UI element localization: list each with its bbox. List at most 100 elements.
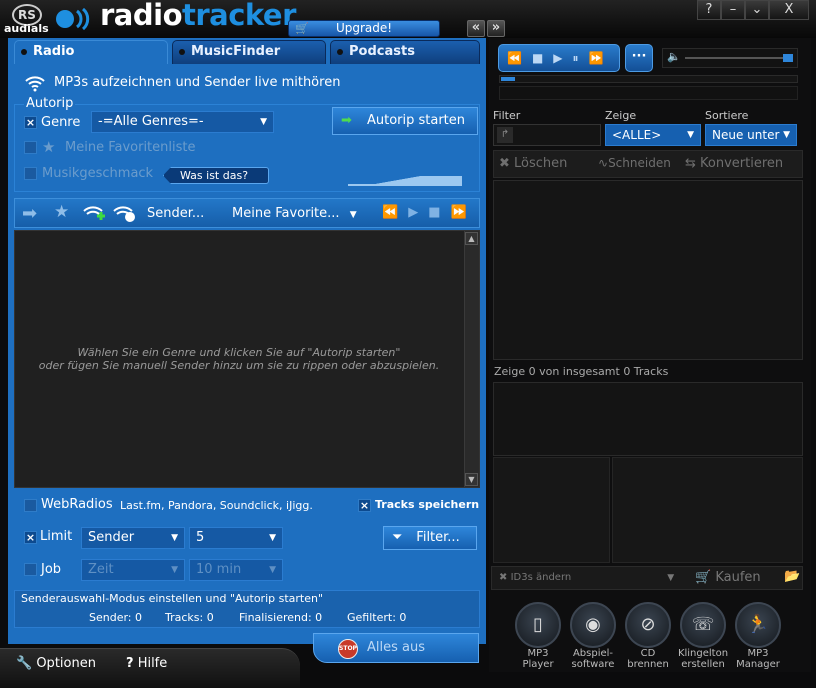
scroll-down-icon[interactable]: ▼ bbox=[465, 473, 478, 486]
expand-right-button[interactable]: » bbox=[487, 20, 505, 37]
tab-musicfinder[interactable]: MusicFinder bbox=[172, 40, 326, 64]
webradios-checkbox[interactable] bbox=[24, 499, 37, 512]
audials-logo-text: audials bbox=[4, 22, 49, 35]
genre-checkbox[interactable]: × bbox=[24, 116, 37, 129]
buy-button[interactable]: 🛒 Kaufen bbox=[695, 570, 761, 585]
filter-button[interactable]: ⏷ Filter... bbox=[383, 526, 477, 550]
station-search-icon[interactable] bbox=[112, 204, 138, 224]
stop-icon[interactable]: ■ bbox=[532, 51, 553, 65]
scroll-up-icon[interactable]: ▲ bbox=[465, 232, 478, 245]
mp3-player-button[interactable]: ▯ bbox=[515, 602, 561, 648]
app-title: radiotracker bbox=[100, 0, 296, 32]
wrench-icon: 🔧 bbox=[16, 656, 33, 671]
job-type-value: Zeit bbox=[88, 562, 114, 577]
go-arrow-icon[interactable]: ➡ bbox=[22, 203, 37, 224]
tab-podcasts-label: Podcasts bbox=[349, 44, 415, 59]
collapse-left-button[interactable]: « bbox=[467, 20, 485, 37]
delete-icon: ✖ bbox=[499, 156, 510, 171]
sender-menu[interactable]: Sender... bbox=[147, 206, 204, 221]
chevron-down-icon: ▼ bbox=[783, 130, 790, 140]
genre-dropdown[interactable]: -=Alle Genres=- ▼ bbox=[91, 111, 274, 133]
autorip-start-button[interactable]: ➡ Autorip starten bbox=[332, 107, 478, 135]
close-button[interactable]: X bbox=[769, 0, 809, 20]
enter-arrow-icon: ↱ bbox=[497, 127, 513, 143]
phone-icon: ☏ bbox=[691, 614, 715, 635]
stop-icon[interactable]: ■ bbox=[428, 205, 450, 220]
job-type-dropdown[interactable]: Zeit ▼ bbox=[81, 559, 185, 581]
signal-logo-icon bbox=[56, 8, 90, 30]
webradios-sources: Last.fm, Pandora, Soundclick, iJigg. bbox=[120, 499, 313, 512]
favorites-checkbox[interactable] bbox=[24, 141, 37, 154]
play-icon[interactable]: ▶ bbox=[553, 51, 572, 65]
taste-label: Musikgeschmack bbox=[42, 166, 154, 181]
chevron-down-icon: ▼ bbox=[260, 117, 267, 127]
delete-button[interactable]: ✖ Löschen bbox=[499, 156, 567, 171]
tab-podcasts[interactable]: Podcasts bbox=[330, 40, 480, 64]
filter-input[interactable]: ↱ bbox=[493, 124, 601, 146]
ringtone-button[interactable]: ☏ bbox=[680, 602, 726, 648]
disc-icon: ◉ bbox=[585, 614, 601, 635]
show-dropdown[interactable]: <ALLE> ▼ bbox=[605, 124, 701, 146]
play-icon[interactable]: ▶ bbox=[408, 205, 428, 220]
autorip-start-label: Autorip starten bbox=[366, 113, 466, 128]
help-button[interactable]: ? Hilfe bbox=[126, 656, 167, 671]
sort-label: Sortiere bbox=[705, 109, 749, 122]
upgrade-button[interactable]: 🛒 Upgrade! bbox=[288, 20, 440, 37]
all-off-button[interactable]: STOP Alles aus bbox=[313, 633, 479, 663]
job-value-dropdown[interactable]: 10 min ▼ bbox=[189, 559, 283, 581]
genre-value: -=Alle Genres=- bbox=[98, 114, 204, 129]
cd-burn-button[interactable]: ⊘ bbox=[625, 602, 671, 648]
pause-icon[interactable]: ⏸ bbox=[573, 51, 589, 65]
more-options-button[interactable]: ··· bbox=[625, 44, 653, 72]
chevron-down-icon: ▼ bbox=[687, 130, 694, 140]
progress-bar[interactable] bbox=[499, 75, 798, 83]
fast-forward-icon[interactable]: ⏩ bbox=[589, 51, 614, 65]
cd-icon: ⊘ bbox=[640, 614, 656, 635]
limit-value-dropdown[interactable]: 5 ▼ bbox=[189, 527, 283, 549]
rewind-icon[interactable]: ⏪ bbox=[382, 205, 408, 220]
chevron-down-icon: ▼ bbox=[269, 533, 276, 543]
job-checkbox[interactable] bbox=[24, 563, 37, 576]
chevron-down-icon: ▼ bbox=[667, 573, 675, 583]
favorites-menu-label: Meine Favorite... bbox=[232, 206, 340, 221]
taste-checkbox[interactable] bbox=[24, 167, 37, 180]
limit-value: 5 bbox=[196, 530, 205, 545]
taste-slider[interactable] bbox=[348, 176, 462, 186]
playback-software-button[interactable]: ◉ bbox=[570, 602, 616, 648]
sort-dropdown[interactable]: Neue unter ▼ bbox=[705, 124, 797, 146]
collapse-button[interactable]: ⌄ bbox=[745, 0, 769, 20]
help-window-button[interactable]: ? bbox=[697, 0, 721, 20]
id3-dropdown[interactable]: ✖ ID3s ändern ▼ bbox=[499, 572, 674, 583]
options-button[interactable]: 🔧 Optionen bbox=[16, 656, 96, 671]
waveform-icon: ∿ bbox=[598, 156, 609, 170]
mp3-manager-label: MP3 Manager bbox=[726, 648, 790, 670]
volume-slider[interactable]: 🔈 bbox=[662, 48, 798, 68]
track-list[interactable] bbox=[493, 180, 803, 360]
station-list-scrollbar[interactable] bbox=[464, 231, 479, 487]
limit-checkbox[interactable]: × bbox=[24, 531, 37, 544]
favorites-menu[interactable]: Meine Favorite... ▼ bbox=[232, 206, 357, 221]
stat-sender: Sender: 0 bbox=[89, 611, 143, 624]
save-tracks-checkbox[interactable]: × bbox=[358, 499, 371, 512]
minimize-button[interactable]: – bbox=[721, 0, 745, 20]
buy-icon: 🛒 bbox=[695, 570, 712, 585]
stop-sign-icon: STOP bbox=[338, 639, 358, 659]
star-icon[interactable]: ★ bbox=[54, 202, 69, 222]
fast-forward-icon[interactable]: ⏩ bbox=[450, 205, 476, 220]
chevron-down-icon: ▼ bbox=[171, 533, 178, 543]
folder-icon[interactable]: 📂 bbox=[784, 569, 800, 584]
add-station-icon[interactable] bbox=[82, 204, 106, 224]
autorip-group-title: Autorip bbox=[24, 96, 76, 111]
stat-tracks: Tracks: 0 bbox=[165, 611, 214, 624]
mp3-manager-button[interactable]: 🏃 bbox=[735, 602, 781, 648]
cut-button[interactable]: ∿Schneiden bbox=[598, 156, 671, 170]
convert-button[interactable]: ⇆ Konvertieren bbox=[685, 156, 783, 171]
webradios-label: WebRadios bbox=[41, 497, 113, 512]
now-playing bbox=[499, 86, 798, 100]
rewind-icon[interactable]: ⏪ bbox=[507, 51, 532, 65]
what-is-that-button[interactable]: Was ist das? bbox=[163, 167, 269, 184]
show-label: Zeige bbox=[605, 109, 637, 122]
app-title-tracker: tracker bbox=[182, 0, 296, 32]
limit-type-dropdown[interactable]: Sender ▼ bbox=[81, 527, 185, 549]
tab-radio[interactable]: Radio bbox=[14, 40, 168, 64]
